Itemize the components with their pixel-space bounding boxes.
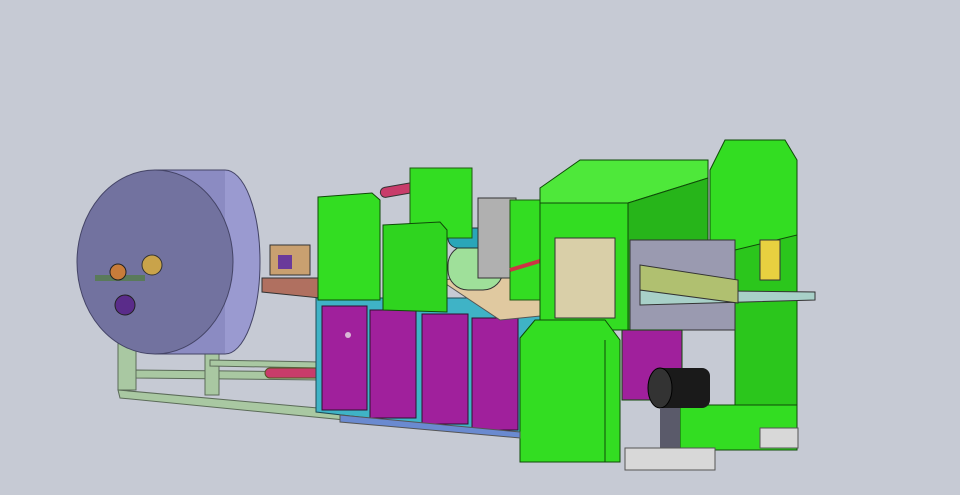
cad-model-viewport[interactable] <box>0 0 960 495</box>
feed-table <box>261 244 321 299</box>
lower-roller <box>264 367 321 379</box>
paper-roll <box>76 169 261 355</box>
